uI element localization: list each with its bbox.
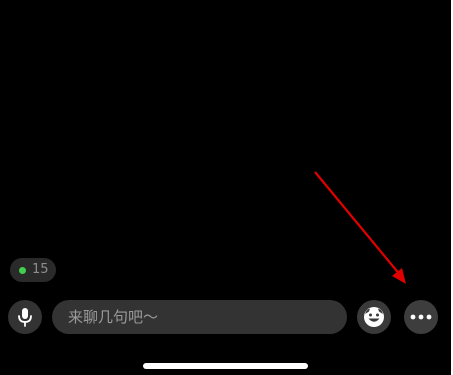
microphone-icon — [18, 308, 32, 327]
viewer-count: 15 — [32, 262, 49, 277]
emoji-button[interactable] — [357, 300, 391, 334]
more-button[interactable] — [404, 300, 438, 334]
home-indicator[interactable] — [143, 363, 308, 369]
live-dot-icon — [19, 266, 26, 274]
live-room-screen: 15 — [0, 0, 451, 375]
chat-input[interactable] — [52, 300, 347, 334]
smiley-face-icon — [364, 307, 384, 327]
viewer-count-badge[interactable]: 15 — [10, 258, 56, 282]
more-dots-icon — [410, 314, 432, 320]
voice-input-button[interactable] — [8, 300, 42, 334]
